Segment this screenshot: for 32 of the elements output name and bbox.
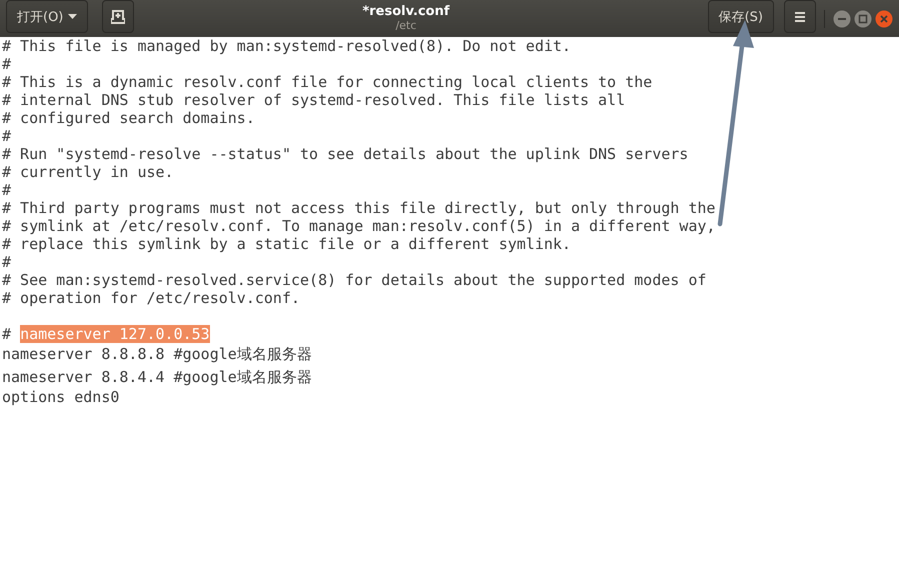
code-line: # internal DNS stub resolver of systemd-resolved. This file lists all	[2, 91, 626, 109]
code-text: #	[2, 325, 12, 343]
code-line: #	[2, 181, 12, 199]
menu-icon	[795, 12, 805, 22]
selected-text: nameserver 127.0.0.53	[20, 325, 210, 343]
code-line: # This is a dynamic resolv.conf file for connecting local clients to the	[2, 73, 654, 91]
code-line: # Run "systemd-resolve --status" to see details about the uplink DNS servers	[2, 145, 690, 163]
close-button[interactable]	[875, 10, 893, 28]
code-line: # symlink at /etc/resolv.conf. To manage man:resolv.conf(5) in a different way,	[2, 217, 716, 235]
code-line: nameserver 8.8.4.4 #google域名服务器	[2, 366, 313, 388]
code-line: # operation for /etc/resolv.conf.	[2, 289, 302, 307]
code-line: nameserver 8.8.8.8 #google域名服务器	[2, 344, 313, 365]
code-line: # configured search domains.	[2, 109, 256, 127]
window-subtitle: /etc	[396, 18, 416, 32]
code-line: #	[2, 127, 12, 145]
code-line: # currently in use.	[2, 163, 175, 181]
menu-button[interactable]	[784, 0, 816, 33]
new-document-icon	[111, 10, 126, 24]
save-button[interactable]: 保存(S)	[708, 0, 774, 33]
code-line: # replace this symlink by a static file or a different symlink.	[2, 235, 572, 253]
code-line: options edns0	[2, 388, 120, 406]
code-line: # This file is managed by man:systemd-resolved(8). Do not edit.	[2, 37, 572, 55]
new-tab-button[interactable]	[102, 0, 134, 33]
code-line: # See man:systemd-resolved.service(8) for details about the supported modes of	[2, 271, 708, 289]
minimize-button[interactable]	[833, 10, 851, 28]
code-line: #	[2, 253, 12, 271]
open-button[interactable]: 打开(O)	[6, 0, 88, 33]
caret-icon	[68, 14, 78, 19]
window-title: *resolv.conf	[362, 4, 450, 18]
code-line: # Third party programs must not access this file directly, but only through the	[2, 199, 716, 217]
maximize-button[interactable]	[854, 10, 872, 28]
code-line: #	[2, 55, 12, 73]
